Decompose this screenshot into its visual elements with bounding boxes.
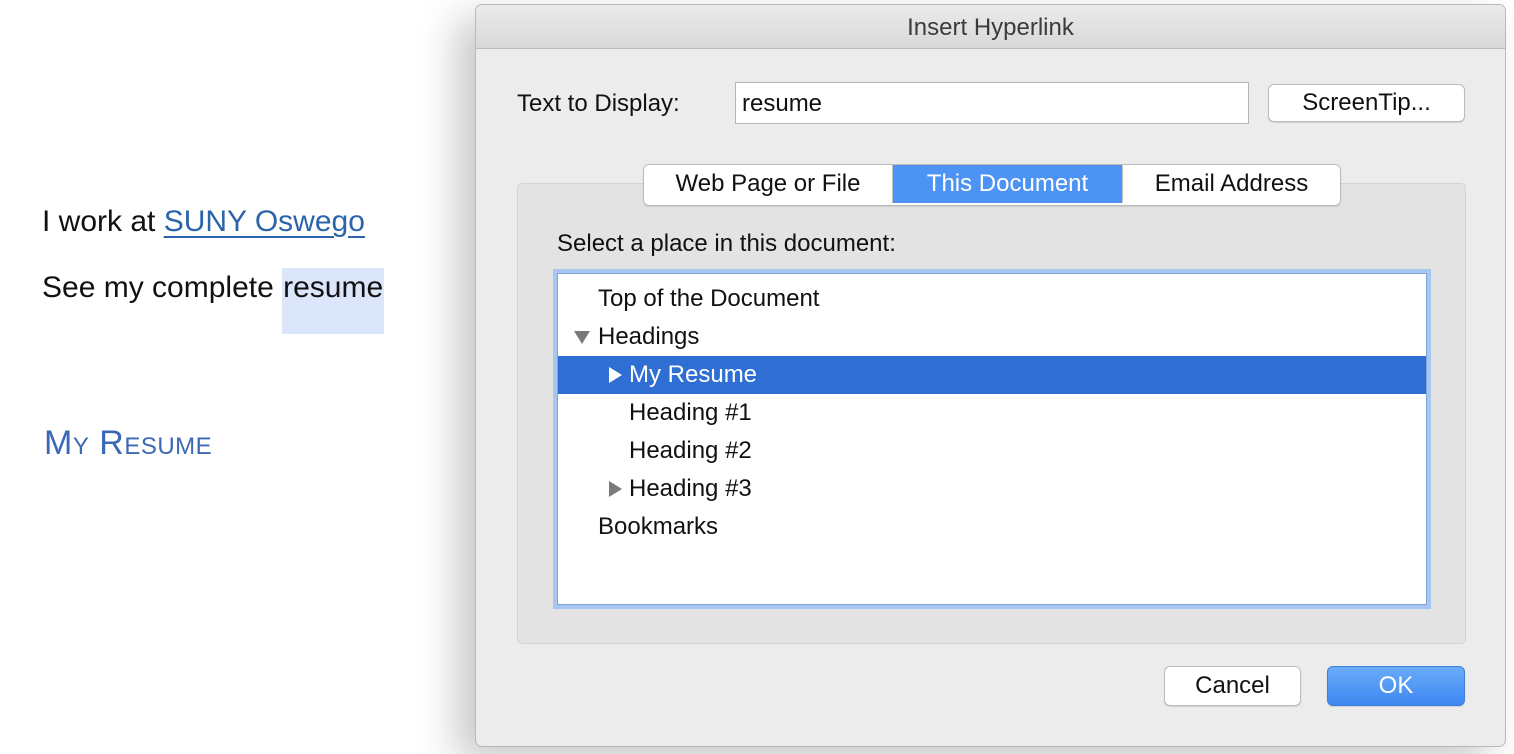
tree-item-heading-1[interactable]: Heading #1 — [558, 394, 1426, 432]
insert-hyperlink-dialog: Insert Hyperlink Text to Display: resume… — [475, 4, 1506, 747]
tree-item-label: Top of the Document — [598, 285, 820, 312]
tab-email-address[interactable]: Email Address — [1122, 165, 1340, 203]
document-canvas: I work at SUNY Oswego See my complete re… — [0, 0, 475, 754]
tree-item-label: Heading #2 — [629, 437, 752, 464]
tree-item-headings[interactable]: Headings — [558, 318, 1426, 356]
ok-button[interactable]: OK — [1327, 666, 1465, 706]
text-to-display-label: Text to Display: — [517, 90, 680, 117]
tree-item-my-resume[interactable]: My Resume — [558, 356, 1426, 394]
document-place-tree[interactable]: Top of the Document Headings My Resume H… — [553, 269, 1431, 609]
dialog-titlebar[interactable]: Insert Hyperlink — [476, 5, 1505, 49]
document-heading-my-resume: My Resume — [44, 424, 213, 462]
dialog-title: Insert Hyperlink — [907, 14, 1074, 41]
tree-item-heading-2[interactable]: Heading #2 — [558, 432, 1426, 470]
document-line-resume: See my complete resume — [42, 268, 385, 334]
selected-text-resume[interactable]: resume — [282, 268, 385, 334]
tree-item-label: My Resume — [629, 361, 758, 388]
disclosure-triangle-down-icon[interactable] — [574, 331, 590, 344]
cancel-button[interactable]: Cancel — [1164, 666, 1301, 706]
screentip-button[interactable]: ScreenTip... — [1268, 84, 1465, 122]
suny-oswego-link[interactable]: SUNY Oswego — [164, 205, 365, 238]
tree-item-label: Heading #1 — [629, 399, 752, 426]
tree-list: Top of the Document Headings My Resume H… — [557, 273, 1427, 605]
document-text: I work at — [42, 205, 164, 238]
tree-item-bookmarks[interactable]: Bookmarks — [558, 508, 1426, 546]
disclosure-triangle-right-icon[interactable] — [609, 367, 622, 383]
tab-bar: Web Page or File This Document Email Add… — [643, 164, 1341, 206]
document-line-work: I work at SUNY Oswego — [42, 202, 365, 242]
disclosure-triangle-right-icon[interactable] — [609, 481, 622, 497]
tree-item-label: Heading #3 — [629, 475, 752, 502]
tree-item-label: Bookmarks — [598, 513, 719, 540]
screen: I work at SUNY Oswego See my complete re… — [0, 0, 1514, 754]
tab-web-page-or-file[interactable]: Web Page or File — [644, 165, 893, 203]
document-text: See my complete — [42, 271, 283, 304]
text-to-display-input[interactable]: resume — [735, 82, 1249, 124]
tree-item-label: Headings — [598, 323, 700, 350]
tab-this-document[interactable]: This Document — [893, 165, 1122, 203]
tree-item-top-of-document[interactable]: Top of the Document — [558, 280, 1426, 318]
tree-item-heading-3[interactable]: Heading #3 — [558, 470, 1426, 508]
select-place-label: Select a place in this document: — [557, 230, 896, 257]
